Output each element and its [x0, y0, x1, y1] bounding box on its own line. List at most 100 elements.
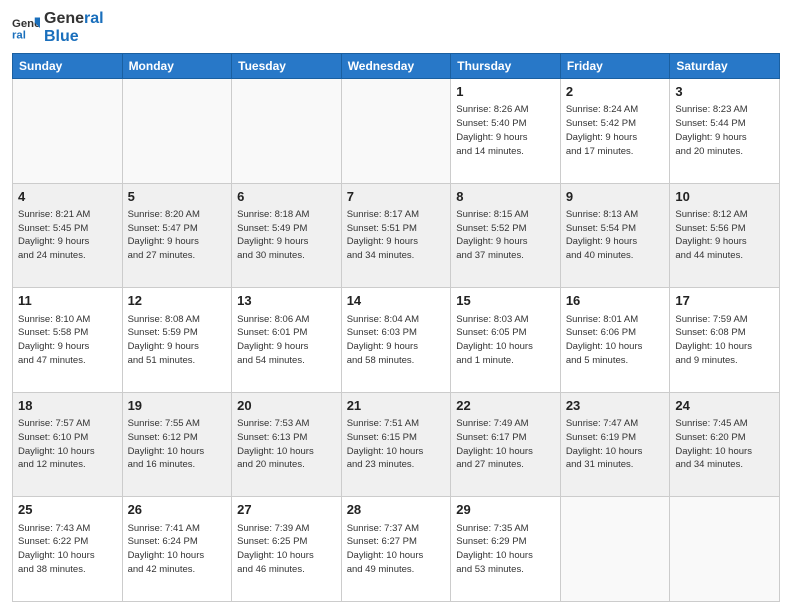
- calendar-cell: 2 Sunrise: 8:24 AMSunset: 5:42 PMDaylight…: [560, 79, 670, 184]
- day-number: 10: [675, 188, 774, 206]
- day-info: Sunrise: 7:35 AMSunset: 6:29 PMDaylight:…: [456, 522, 555, 577]
- calendar-cell: 10 Sunrise: 8:12 AMSunset: 5:56 PMDayligh…: [670, 183, 780, 288]
- svg-text:ral: ral: [12, 29, 26, 41]
- week-row-2: 11 Sunrise: 8:10 AMSunset: 5:58 PMDayligh…: [13, 288, 780, 393]
- calendar-cell: 14 Sunrise: 8:04 AMSunset: 6:03 PMDayligh…: [341, 288, 451, 393]
- day-info: Sunrise: 8:13 AMSunset: 5:54 PMDaylight:…: [566, 208, 665, 263]
- day-number: 3: [675, 83, 774, 101]
- day-info: Sunrise: 7:47 AMSunset: 6:19 PMDaylight:…: [566, 417, 665, 472]
- day-info: Sunrise: 8:03 AMSunset: 6:05 PMDaylight:…: [456, 313, 555, 368]
- day-info: Sunrise: 8:08 AMSunset: 5:59 PMDaylight:…: [128, 313, 227, 368]
- calendar-cell: 5Sunrise: 8:20 AMSunset: 5:47 PMDaylight…: [122, 183, 232, 288]
- day-number: 25: [18, 501, 117, 519]
- day-info: Sunrise: 8:21 AMSunset: 5:45 PMDaylight:…: [18, 208, 117, 263]
- calendar-cell: 19 Sunrise: 7:55 AMSunset: 6:12 PMDayligh…: [122, 392, 232, 497]
- day-info: Sunrise: 7:37 AMSunset: 6:27 PMDaylight:…: [347, 522, 446, 577]
- day-info: Sunrise: 7:43 AMSunset: 6:22 PMDaylight:…: [18, 522, 117, 577]
- day-info: Sunrise: 7:49 AMSunset: 6:17 PMDaylight:…: [456, 417, 555, 472]
- calendar-cell: 18Sunrise: 7:57 AMSunset: 6:10 PMDayligh…: [13, 392, 123, 497]
- day-number: 8: [456, 188, 555, 206]
- day-number: 14: [347, 292, 446, 310]
- calendar-cell: [122, 79, 232, 184]
- week-row-0: 1Sunrise: 8:26 AMSunset: 5:40 PMDaylight…: [13, 79, 780, 184]
- header: Gene ral General Blue: [12, 10, 780, 45]
- calendar-cell: 24 Sunrise: 7:45 AMSunset: 6:20 PMDayligh…: [670, 392, 780, 497]
- day-info: Sunrise: 8:12 AMSunset: 5:56 PMDaylight:…: [675, 208, 774, 263]
- logo-text: General Blue: [44, 10, 104, 45]
- day-number: 26: [128, 501, 227, 519]
- day-number: 15: [456, 292, 555, 310]
- day-info: Sunrise: 7:45 AMSunset: 6:20 PMDaylight:…: [675, 417, 774, 472]
- calendar-cell: 17Sunrise: 7:59 AMSunset: 6:08 PMDayligh…: [670, 288, 780, 393]
- day-info: Sunrise: 8:10 AMSunset: 5:58 PMDaylight:…: [18, 313, 117, 368]
- day-number: 17: [675, 292, 774, 310]
- logo-icon: Gene ral: [12, 14, 40, 42]
- calendar-cell: 28Sunrise: 7:37 AMSunset: 6:27 PMDayligh…: [341, 497, 451, 602]
- day-info: Sunrise: 7:39 AMSunset: 6:25 PMDaylight:…: [237, 522, 336, 577]
- calendar-cell: 12 Sunrise: 8:08 AMSunset: 5:59 PMDayligh…: [122, 288, 232, 393]
- calendar-cell: 25 Sunrise: 7:43 AMSunset: 6:22 PMDayligh…: [13, 497, 123, 602]
- day-info: Sunrise: 7:57 AMSunset: 6:10 PMDaylight:…: [18, 417, 117, 472]
- day-number: 12: [128, 292, 227, 310]
- day-number: 23: [566, 397, 665, 415]
- calendar-cell: 3Sunrise: 8:23 AMSunset: 5:44 PMDaylight…: [670, 79, 780, 184]
- calendar-cell: 7 Sunrise: 8:17 AMSunset: 5:51 PMDaylight…: [341, 183, 451, 288]
- day-number: 4: [18, 188, 117, 206]
- day-info: Sunrise: 8:01 AMSunset: 6:06 PMDaylight:…: [566, 313, 665, 368]
- day-info: Sunrise: 8:17 AMSunset: 5:51 PMDaylight:…: [347, 208, 446, 263]
- day-number: 9: [566, 188, 665, 206]
- calendar-cell: 13Sunrise: 8:06 AMSunset: 6:01 PMDayligh…: [232, 288, 342, 393]
- calendar-cell: 22 Sunrise: 7:49 AMSunset: 6:17 PMDayligh…: [451, 392, 561, 497]
- calendar-cell: 16 Sunrise: 8:01 AMSunset: 6:06 PMDayligh…: [560, 288, 670, 393]
- day-number: 20: [237, 397, 336, 415]
- day-number: 24: [675, 397, 774, 415]
- calendar-cell: 9 Sunrise: 8:13 AMSunset: 5:54 PMDaylight…: [560, 183, 670, 288]
- weekday-header-thursday: Thursday: [451, 54, 561, 79]
- day-info: Sunrise: 8:06 AMSunset: 6:01 PMDaylight:…: [237, 313, 336, 368]
- day-info: Sunrise: 8:04 AMSunset: 6:03 PMDaylight:…: [347, 313, 446, 368]
- day-number: 16: [566, 292, 665, 310]
- weekday-header-saturday: Saturday: [670, 54, 780, 79]
- day-number: 22: [456, 397, 555, 415]
- day-number: 6: [237, 188, 336, 206]
- day-number: 27: [237, 501, 336, 519]
- calendar-cell: 1Sunrise: 8:26 AMSunset: 5:40 PMDaylight…: [451, 79, 561, 184]
- calendar-cell: [341, 79, 451, 184]
- weekday-header-tuesday: Tuesday: [232, 54, 342, 79]
- calendar-cell: 20Sunrise: 7:53 AMSunset: 6:13 PMDayligh…: [232, 392, 342, 497]
- calendar-cell: 26 Sunrise: 7:41 AMSunset: 6:24 PMDayligh…: [122, 497, 232, 602]
- weekday-header-wednesday: Wednesday: [341, 54, 451, 79]
- calendar-cell: [560, 497, 670, 602]
- day-info: Sunrise: 7:41 AMSunset: 6:24 PMDaylight:…: [128, 522, 227, 577]
- calendar-cell: 29 Sunrise: 7:35 AMSunset: 6:29 PMDayligh…: [451, 497, 561, 602]
- day-number: 1: [456, 83, 555, 101]
- day-info: Sunrise: 8:15 AMSunset: 5:52 PMDaylight:…: [456, 208, 555, 263]
- day-number: 2: [566, 83, 665, 101]
- calendar-cell: [13, 79, 123, 184]
- day-info: Sunrise: 7:51 AMSunset: 6:15 PMDaylight:…: [347, 417, 446, 472]
- day-number: 7: [347, 188, 446, 206]
- calendar-cell: 27 Sunrise: 7:39 AMSunset: 6:25 PMDayligh…: [232, 497, 342, 602]
- weekday-header-sunday: Sunday: [13, 54, 123, 79]
- calendar-cell: 6 Sunrise: 8:18 AMSunset: 5:49 PMDaylight…: [232, 183, 342, 288]
- page: Gene ral General Blue SundayMondayTuesda…: [0, 0, 792, 612]
- day-info: Sunrise: 7:55 AMSunset: 6:12 PMDaylight:…: [128, 417, 227, 472]
- week-row-3: 18Sunrise: 7:57 AMSunset: 6:10 PMDayligh…: [13, 392, 780, 497]
- day-number: 5: [128, 188, 227, 206]
- calendar-cell: 11 Sunrise: 8:10 AMSunset: 5:58 PMDayligh…: [13, 288, 123, 393]
- day-info: Sunrise: 8:24 AMSunset: 5:42 PMDaylight:…: [566, 103, 665, 158]
- weekday-header-monday: Monday: [122, 54, 232, 79]
- calendar-cell: 15 Sunrise: 8:03 AMSunset: 6:05 PMDayligh…: [451, 288, 561, 393]
- week-row-4: 25 Sunrise: 7:43 AMSunset: 6:22 PMDayligh…: [13, 497, 780, 602]
- week-row-1: 4 Sunrise: 8:21 AMSunset: 5:45 PMDaylight…: [13, 183, 780, 288]
- calendar-cell: 23 Sunrise: 7:47 AMSunset: 6:19 PMDayligh…: [560, 392, 670, 497]
- day-number: 11: [18, 292, 117, 310]
- calendar-table: SundayMondayTuesdayWednesdayThursdayFrid…: [12, 53, 780, 602]
- calendar-cell: [232, 79, 342, 184]
- calendar-cell: [670, 497, 780, 602]
- logo: Gene ral General Blue: [12, 10, 104, 45]
- day-info: Sunrise: 8:18 AMSunset: 5:49 PMDaylight:…: [237, 208, 336, 263]
- weekday-header-row: SundayMondayTuesdayWednesdayThursdayFrid…: [13, 54, 780, 79]
- day-number: 29: [456, 501, 555, 519]
- day-number: 19: [128, 397, 227, 415]
